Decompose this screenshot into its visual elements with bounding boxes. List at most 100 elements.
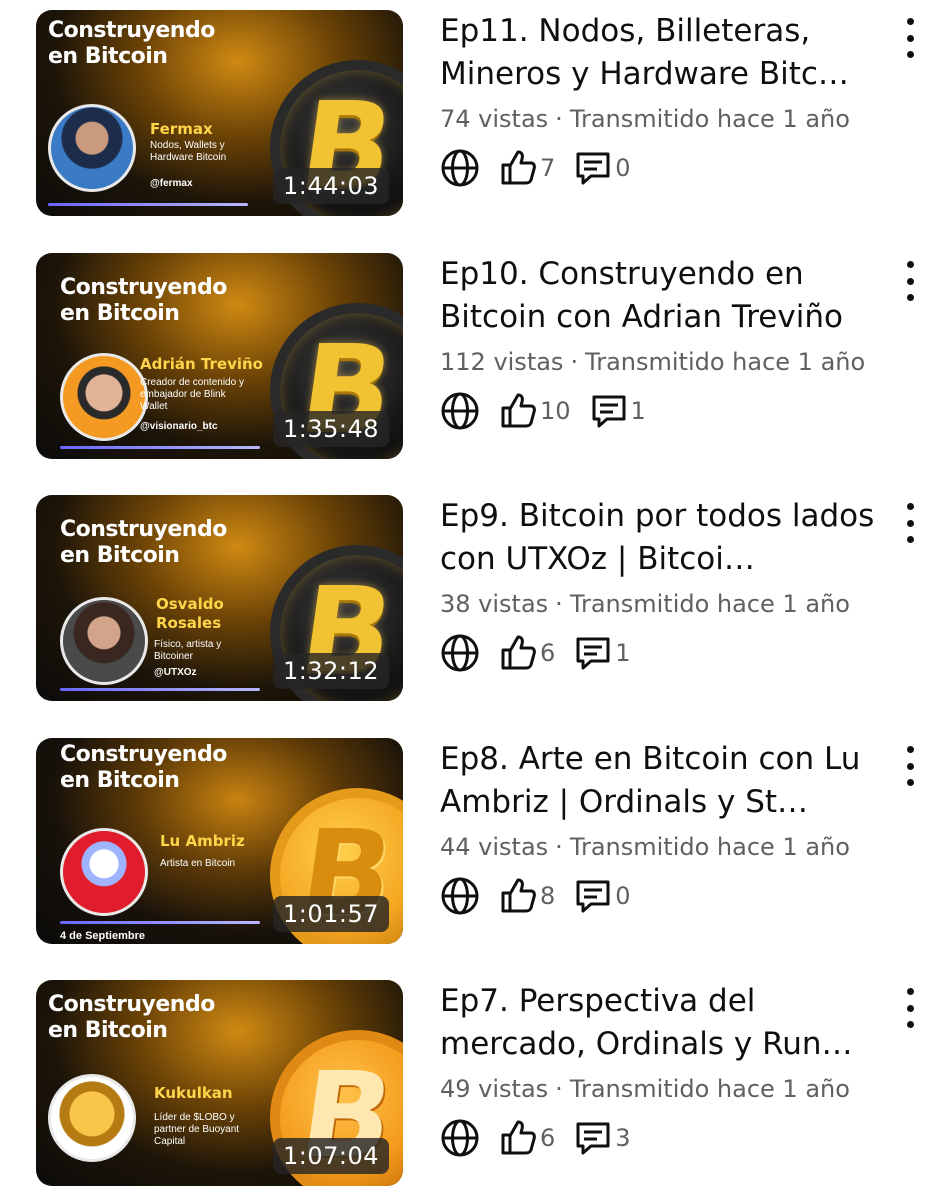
like-count: 6 — [540, 639, 556, 667]
video-item[interactable]: Construyendo en Bitcoin B Kukulkan Líder… — [0, 980, 947, 1190]
globe-icon — [440, 391, 480, 431]
duration-badge: 1:32:12 — [272, 653, 389, 689]
video-meta: Ep7. Perspectiva del mercado, Ordinals y… — [440, 980, 900, 1158]
video-thumbnail[interactable]: Construyendo en Bitcoin B Lu Ambriz Arti… — [36, 738, 403, 944]
thumbs-up-icon[interactable] — [498, 391, 538, 431]
stream-date: Transmitido hace 1 año — [569, 590, 850, 618]
comment-count: 0 — [615, 882, 631, 910]
thumbs-up-icon[interactable] — [498, 148, 538, 188]
separator: · — [570, 348, 579, 376]
stream-date: Transmitido hace 1 año — [569, 105, 850, 133]
guest-name: Lu Ambriz — [160, 832, 245, 850]
separator: · — [555, 1075, 563, 1103]
guest-handle: @visionario_btc — [140, 421, 218, 432]
comment-count: 1 — [630, 397, 646, 425]
comment-icon[interactable] — [573, 148, 613, 188]
guest-description: Artista en Bitcoin — [160, 858, 236, 869]
video-stats: 6 3 — [440, 1118, 900, 1158]
view-count: 44 vistas — [440, 833, 549, 861]
globe-icon — [440, 1118, 480, 1158]
video-meta: Ep11. Nodos, Billeteras, Mineros y Hardw… — [440, 10, 900, 188]
video-title[interactable]: Ep11. Nodos, Billeteras, Mineros y Hardw… — [440, 10, 900, 96]
guest-handle: @fermax — [150, 178, 193, 189]
guest-description: Físico, artista y Bitcoiner — [154, 639, 222, 662]
thumbs-up-icon[interactable] — [498, 633, 538, 673]
thumbnail-show-title: Construyendo en Bitcoin — [60, 517, 227, 568]
comment-icon[interactable] — [573, 633, 613, 673]
view-count: 112 vistas — [440, 348, 564, 376]
comment-count: 3 — [615, 1124, 631, 1152]
guest-avatar — [60, 353, 148, 441]
thumbnail-accent-bar — [60, 688, 260, 691]
guest-name: Kukulkan — [154, 1084, 233, 1102]
duration-badge: 1:44:03 — [272, 168, 389, 204]
duration-badge: 1:07:04 — [272, 1138, 389, 1174]
video-item[interactable]: Construyendo en Bitcoin B Adrián Treviño… — [0, 253, 947, 463]
like-count: 10 — [540, 397, 571, 425]
duration-badge: 1:01:57 — [272, 896, 389, 932]
video-title[interactable]: Ep9. Bitcoin por todos lados con UTXOz |… — [440, 495, 900, 581]
guest-handle: @UTXOz — [154, 667, 197, 678]
more-vertical-icon[interactable] — [896, 746, 924, 786]
thumbnail-show-title: Construyendo en Bitcoin — [48, 18, 215, 69]
video-title[interactable]: Ep8. Arte en Bitcoin con Lu Ambriz | Ord… — [440, 738, 900, 824]
video-item[interactable]: Construyendo en Bitcoin B Osvaldo Rosale… — [0, 495, 947, 705]
video-item[interactable]: Construyendo en Bitcoin B Fermax Nodos, … — [0, 10, 947, 220]
video-title[interactable]: Ep7. Perspectiva del mercado, Ordinals y… — [440, 980, 900, 1066]
like-count: 7 — [540, 154, 556, 182]
video-meta: Ep10. Construyendo en Bitcoin con Adrian… — [440, 253, 900, 431]
view-count: 49 vistas — [440, 1075, 549, 1103]
video-thumbnail[interactable]: Construyendo en Bitcoin B Kukulkan Líder… — [36, 980, 403, 1186]
video-meta: Ep9. Bitcoin por todos lados con UTXOz |… — [440, 495, 900, 673]
guest-avatar — [60, 828, 148, 916]
like-count: 6 — [540, 1124, 556, 1152]
globe-icon — [440, 876, 480, 916]
thumbnail-show-title: Construyendo en Bitcoin — [48, 992, 215, 1043]
comment-icon[interactable] — [573, 876, 613, 916]
thumbnail-accent-bar — [60, 921, 260, 924]
stream-date: Transmitido hace 1 año — [585, 348, 866, 376]
separator: · — [555, 833, 563, 861]
video-stats: 6 1 — [440, 633, 900, 673]
guest-avatar — [48, 1074, 136, 1162]
comment-icon[interactable] — [573, 1118, 613, 1158]
like-count: 8 — [540, 882, 556, 910]
separator: · — [555, 105, 563, 133]
video-item[interactable]: Construyendo en Bitcoin B Lu Ambriz Arti… — [0, 738, 947, 948]
guest-name: Osvaldo Rosales — [156, 595, 224, 632]
comment-icon[interactable] — [589, 391, 629, 431]
more-vertical-icon[interactable] — [896, 503, 924, 543]
video-stats: 8 0 — [440, 876, 900, 916]
thumbnail-show-title: Construyendo en Bitcoin — [60, 275, 227, 326]
video-stats: 10 1 — [440, 391, 900, 431]
duration-badge: 1:35:48 — [272, 411, 389, 447]
guest-description: Líder de $LOBO y partner de Buoyant Capi… — [154, 1112, 240, 1147]
comment-count: 1 — [615, 639, 631, 667]
date-tag: 4 de Septiembre — [60, 930, 145, 942]
video-title[interactable]: Ep10. Construyendo en Bitcoin con Adrian… — [440, 253, 900, 339]
thumbs-up-icon[interactable] — [498, 876, 538, 916]
globe-icon — [440, 633, 480, 673]
stream-date: Transmitido hace 1 año — [569, 833, 850, 861]
guest-description: Nodos, Wallets y Hardware Bitcoin — [150, 140, 227, 163]
guest-name: Fermax — [150, 120, 213, 138]
video-subtitle: 74 vistas · Transmitido hace 1 año — [440, 104, 900, 134]
thumbnail-accent-bar — [48, 203, 248, 206]
guest-description: Creador de contenido y embajador de Blin… — [140, 377, 244, 412]
more-vertical-icon[interactable] — [896, 261, 924, 301]
view-count: 38 vistas — [440, 590, 549, 618]
guest-avatar — [48, 104, 136, 192]
separator: · — [555, 590, 563, 618]
comment-count: 0 — [615, 154, 631, 182]
more-vertical-icon[interactable] — [896, 988, 924, 1028]
video-thumbnail[interactable]: Construyendo en Bitcoin B Fermax Nodos, … — [36, 10, 403, 216]
thumbs-up-icon[interactable] — [498, 1118, 538, 1158]
globe-icon — [440, 148, 480, 188]
video-thumbnail[interactable]: Construyendo en Bitcoin B Osvaldo Rosale… — [36, 495, 403, 701]
guest-avatar — [60, 597, 148, 685]
video-subtitle: 112 vistas · Transmitido hace 1 año — [440, 347, 900, 377]
more-vertical-icon[interactable] — [896, 18, 924, 58]
thumbnail-show-title: Construyendo en Bitcoin — [60, 742, 227, 793]
stream-date: Transmitido hace 1 año — [569, 1075, 850, 1103]
video-thumbnail[interactable]: Construyendo en Bitcoin B Adrián Treviño… — [36, 253, 403, 459]
